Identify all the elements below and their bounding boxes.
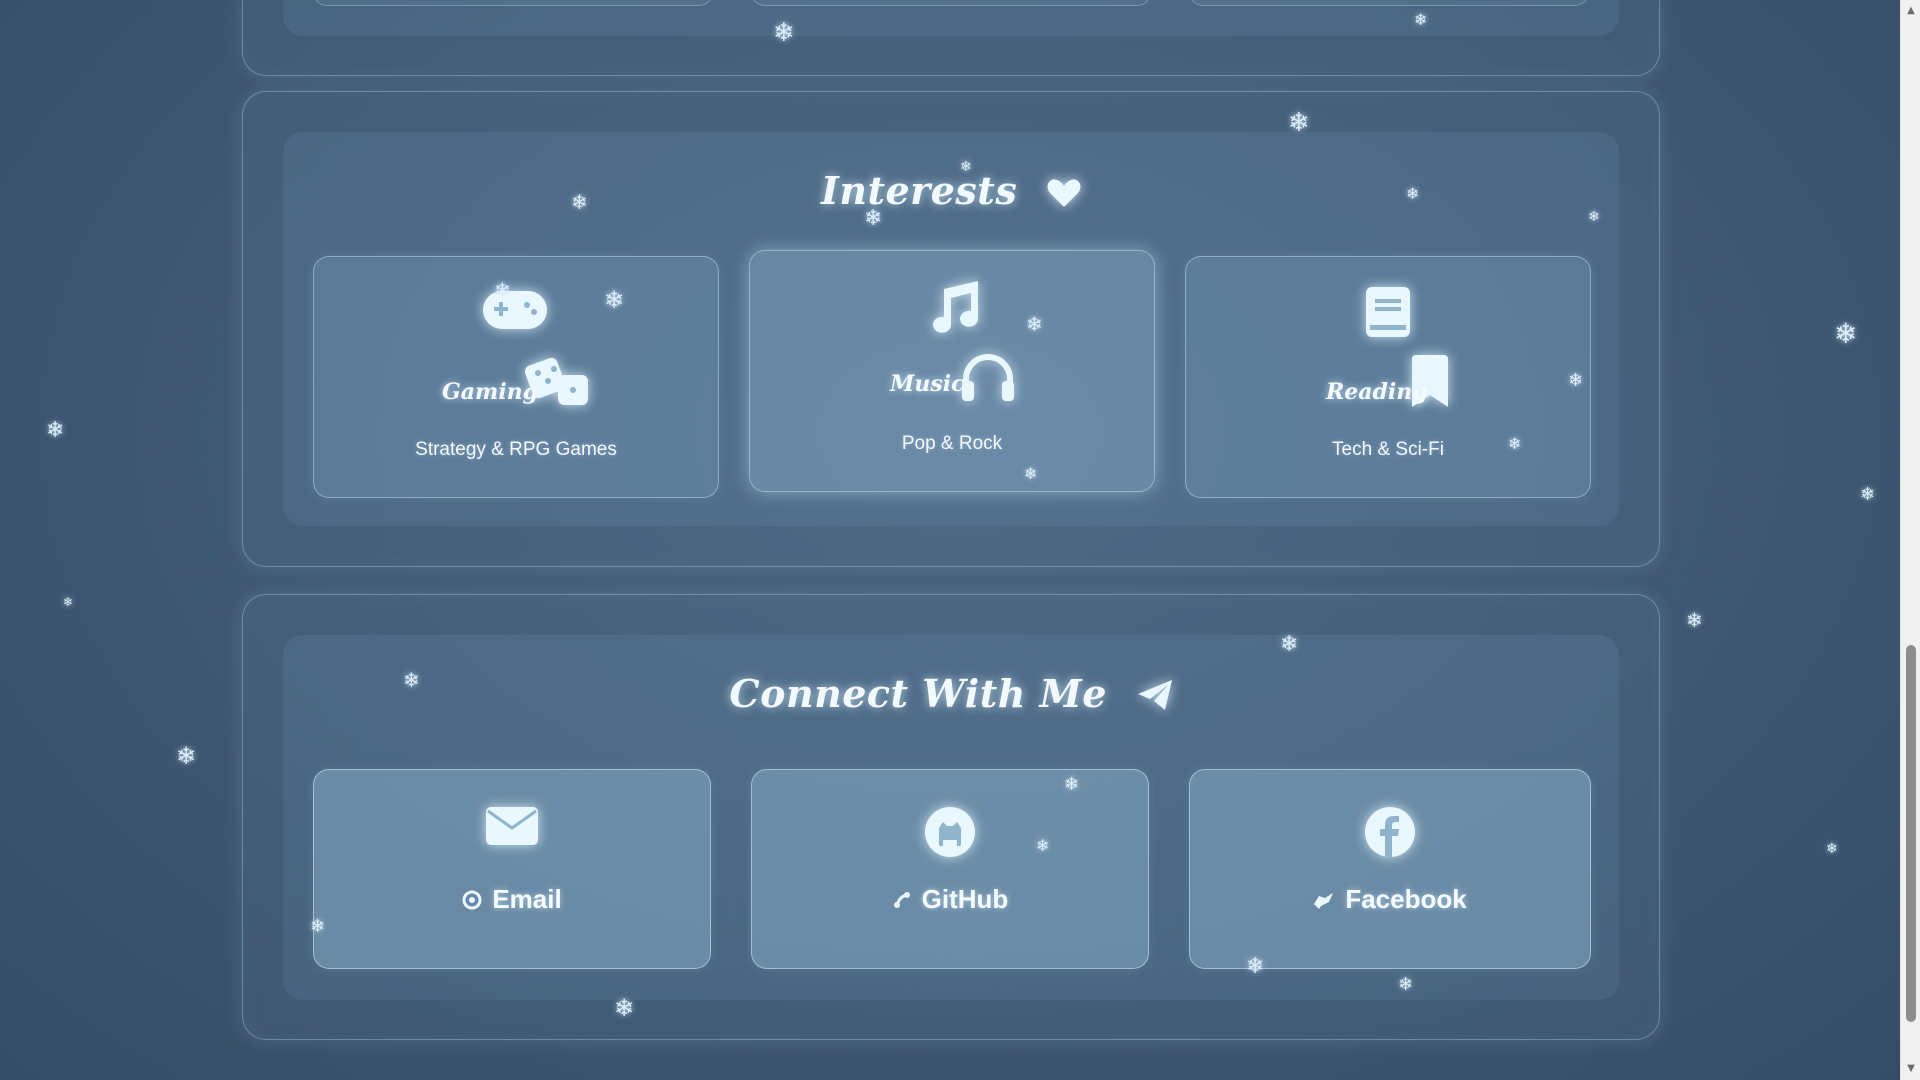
gaming-description: Strategy & RPG Games [415,439,617,460]
previous-card-3[interactable] [1189,0,1589,6]
snowflake-icon: ❄ [403,668,420,692]
snowflake-icon: ❄ [176,742,197,770]
github-label: GitHub [921,884,1009,914]
snowflake-icon: ❄ [1280,632,1299,657]
snowflake-icon: ❄ [1026,312,1043,336]
snowflake-icon: ❄ [1246,954,1265,979]
snowflake-icon: ❄ [1288,108,1310,138]
email-link-card[interactable]: Email [313,769,711,969]
snowflake-icon: ❄ [1414,10,1428,29]
gamepad-icon [482,287,548,335]
github-label-row: GitHub [752,884,1148,917]
scrollbar-thumb[interactable] [1906,645,1916,1022]
snowflake-icon: ❄ [63,595,74,609]
paper-plane-icon [1137,675,1173,720]
snowflake-icon: ❄ [604,286,625,314]
heart-icon [1047,172,1081,217]
snowflake-icon: ❄ [960,159,972,175]
snowflake-icon: ❄ [1834,317,1858,350]
interest-card-music[interactable]: Music Pop & Rock [749,250,1155,492]
snowflake-icon: ❄ [1826,841,1838,857]
connect-inner: Connect With Me Email GitHub Facebook [283,635,1619,1000]
snowflake-icon: ❄ [46,418,65,443]
gaming-label: Gaming [442,379,539,405]
previous-section [242,0,1660,76]
snowflake-icon: ❄ [1064,774,1080,795]
email-label-row: Email [314,884,710,917]
headphones-icon [960,351,1016,405]
snowflake-icon: ❄ [1024,464,1038,483]
interest-card-reading[interactable]: Reading Tech & Sci-Fi [1185,256,1591,498]
snowflake-icon: ❄ [1568,370,1584,391]
snowflake-icon: ❄ [864,206,883,231]
github-icon [924,806,976,862]
facebook-link-card[interactable]: Facebook [1189,769,1591,969]
branch-icon [892,886,912,917]
bird-icon [1313,886,1335,917]
music-label: Music [890,371,965,397]
music-note-icon [926,279,982,339]
snowflake-icon: ❄ [1036,836,1050,855]
connect-heading: Connect With Me [283,671,1619,720]
reading-label: Reading [1326,379,1428,405]
connect-section: Connect With Me Email GitHub Facebook [242,594,1660,1040]
book-icon [1364,285,1412,343]
snowflake-icon: ❄ [1588,209,1600,225]
snowflake-icon: ❄ [1508,434,1522,453]
snowflake-icon: ❄ [1406,184,1420,203]
interests-section: Interests Gaming Strategy & RPG Games Mu… [242,91,1660,567]
scroll-down-arrow-icon[interactable]: ▼ [1901,1060,1920,1078]
previous-card-2[interactable] [751,0,1151,6]
snowflake-icon: ❄ [494,278,511,302]
snowflake-icon: ❄ [310,916,326,937]
reading-description: Tech & Sci-Fi [1332,439,1444,460]
vertical-scrollbar[interactable]: ▲ ▼ [1900,0,1920,1080]
page: Interests Gaming Strategy & RPG Games Mu… [0,0,1900,1080]
snowflake-icon: ❄ [614,994,635,1022]
email-label: Email [492,884,562,914]
connect-title: Connect With Me [729,671,1107,716]
envelope-icon [485,806,539,850]
interest-card-gaming[interactable]: Gaming Strategy & RPG Games [313,256,719,498]
swirl-icon [462,886,482,917]
facebook-icon [1364,806,1416,862]
snowflake-icon: ❄ [1398,974,1414,995]
scroll-up-arrow-icon[interactable]: ▲ [1901,2,1920,20]
snowflake-icon: ❄ [773,18,795,48]
music-description: Pop & Rock [901,433,1003,454]
snowflake-icon: ❄ [1686,608,1703,632]
snowflake-icon: ❄ [1860,484,1876,505]
github-link-card[interactable]: GitHub [751,769,1149,969]
interests-title: Interests [821,168,1018,213]
facebook-label: Facebook [1345,884,1467,914]
facebook-label-row: Facebook [1190,884,1590,917]
previous-card-1[interactable] [313,0,713,6]
snowflake-icon: ❄ [571,190,588,214]
